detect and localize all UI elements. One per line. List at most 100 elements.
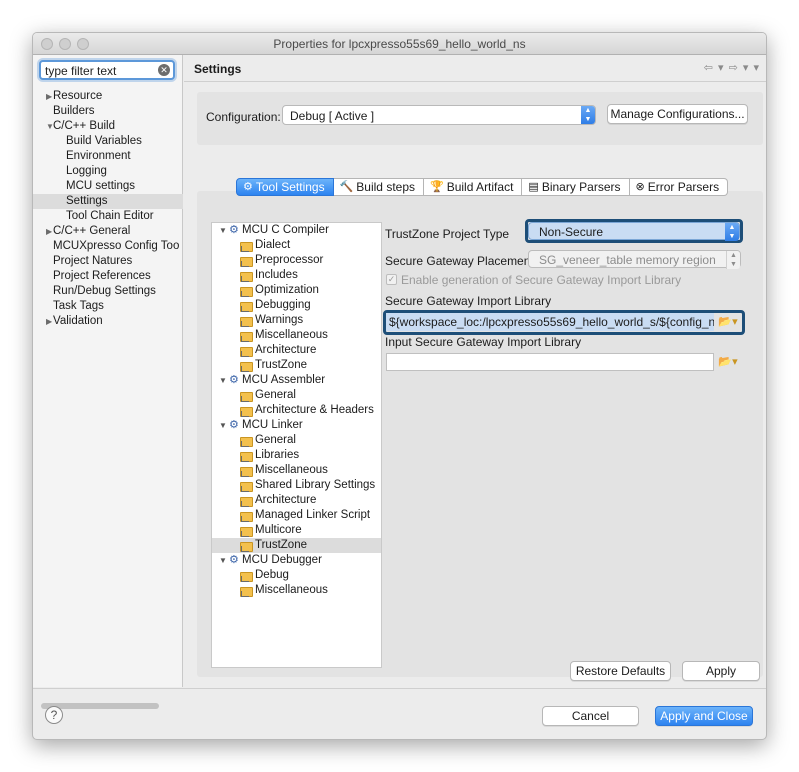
option-page-node[interactable]: Warnings: [212, 313, 381, 328]
sidebar-item[interactable]: Run/Debug Settings: [33, 284, 183, 299]
option-page-node[interactable]: Libraries: [212, 448, 381, 463]
tool-node[interactable]: ▼ ⚙ MCU Assembler: [212, 373, 381, 388]
option-page-label: Managed Linker Script: [255, 509, 371, 521]
sidebar-item[interactable]: Task Tags: [33, 299, 183, 314]
settings-tabs: ⚙ Tool Settings 🔨 Build steps 🏆 Build Artifac…: [236, 178, 729, 200]
option-page-node[interactable]: Debugging: [212, 298, 381, 313]
option-page-folder-icon: [240, 405, 253, 417]
tab-binary-parsers[interactable]: ▤ Binary Parsers: [522, 178, 630, 196]
apply-and-close-button[interactable]: Apply and Close: [655, 706, 753, 726]
cancel-button[interactable]: Cancel: [542, 706, 639, 726]
option-page-folder-icon: [240, 270, 253, 282]
option-page-node[interactable]: TrustZone: [212, 358, 381, 373]
tab-build-steps[interactable]: 🔨 Build steps: [333, 178, 424, 196]
option-page-node[interactable]: Dialect: [212, 238, 381, 253]
input-import-browse-folder-icon[interactable]: 📂▾: [716, 354, 740, 370]
option-page-node[interactable]: Multicore: [212, 523, 381, 538]
option-page-node[interactable]: Miscellaneous: [212, 583, 381, 598]
option-page-node[interactable]: Debug: [212, 568, 381, 583]
collapsed-twisty-icon[interactable]: ▶: [46, 89, 52, 104]
expanded-twisty-icon[interactable]: ▼: [219, 373, 227, 388]
gateway-placement-label: Secure Gateway Placement: [385, 254, 534, 268]
option-page-label: Optimization: [255, 284, 319, 296]
property-pages-pane: type filter text ✕ ▶ Resource Builders ▼ C/C…: [33, 55, 183, 709]
option-page-node[interactable]: Includes: [212, 268, 381, 283]
sidebar-item[interactable]: Build Variables: [33, 134, 183, 149]
collapsed-twisty-icon[interactable]: ▶: [46, 224, 52, 239]
sidebar-item[interactable]: ▶ Validation: [33, 314, 183, 329]
option-page-node[interactable]: Preprocessor: [212, 253, 381, 268]
option-page-folder-icon: [240, 300, 253, 312]
title-bar: Properties for lpcxpresso55s69_hello_wor…: [33, 33, 766, 55]
option-page-folder-icon: [240, 465, 253, 477]
option-page-label: Miscellaneous: [255, 329, 328, 341]
tool-node[interactable]: ▼ ⚙ MCU Linker: [212, 418, 381, 433]
option-page-node[interactable]: General: [212, 433, 381, 448]
sidebar-item[interactable]: Project References: [33, 269, 183, 284]
option-page-node[interactable]: General: [212, 388, 381, 403]
help-icon[interactable]: ?: [45, 706, 63, 724]
option-page-node[interactable]: Miscellaneous: [212, 463, 381, 478]
sidebar-item[interactable]: ▶ Resource: [33, 89, 183, 104]
option-page-label: General: [255, 389, 296, 401]
collapsed-twisty-icon[interactable]: ▶: [46, 314, 52, 329]
option-page-node[interactable]: Architecture: [212, 493, 381, 508]
filter-input[interactable]: type filter text ✕: [39, 60, 175, 80]
history-nav-arrows[interactable]: ⇦ ▾ ⇨ ▾ ▾: [704, 61, 760, 74]
expanded-twisty-icon[interactable]: ▼: [219, 418, 227, 433]
option-page-node[interactable]: Architecture: [212, 343, 381, 358]
enable-import-checkbox[interactable]: ✓: [386, 274, 397, 285]
tool-node[interactable]: ▼ ⚙ MCU C Compiler: [212, 223, 381, 238]
tab-label: Tool Settings: [255, 180, 325, 194]
dialog-button-bar: ? Cancel Apply and Close: [33, 688, 766, 739]
option-page-label: Libraries: [255, 449, 300, 461]
option-page-folder-icon: [240, 255, 253, 267]
sidebar-item[interactable]: ▶ C/C++ General: [33, 224, 183, 239]
sidebar-item[interactable]: Project Natures: [33, 254, 183, 269]
restore-defaults-button[interactable]: Restore Defaults: [570, 661, 671, 681]
sidebar-item[interactable]: ▼ C/C++ Build: [33, 119, 183, 134]
sidebar-item-label: MCUXpresso Config Too: [53, 240, 180, 252]
apply-button[interactable]: Apply: [682, 661, 760, 681]
tab-icon: ⚙: [243, 181, 253, 193]
option-page-label: Debugging: [255, 299, 311, 311]
sidebar-item[interactable]: Settings: [33, 194, 183, 209]
configuration-select[interactable]: Debug [ Active ] ▲ ▼: [282, 105, 596, 125]
clear-icon[interactable]: ✕: [158, 64, 170, 76]
option-page-node[interactable]: Managed Linker Script: [212, 508, 381, 523]
tool-node[interactable]: ▼ ⚙ MCU Debugger: [212, 553, 381, 568]
expanded-twisty-icon[interactable]: ▼: [219, 553, 227, 568]
option-page-label: Preprocessor: [255, 254, 324, 266]
project-type-value: Non-Secure: [539, 225, 604, 239]
import-library-input[interactable]: ${workspace_loc:/lpcxpresso55s69_hello_w…: [386, 313, 714, 331]
import-library-browse-folder-icon[interactable]: 📂▾: [716, 314, 740, 330]
gateway-placement-select[interactable]: SG_veneer_table memory region ▲ ▼: [528, 250, 741, 269]
tab-label: Error Parsers: [647, 180, 720, 194]
tab-build-artifact[interactable]: 🏆 Build Artifact: [424, 178, 523, 196]
expanded-twisty-icon[interactable]: ▼: [219, 223, 227, 238]
sidebar-item[interactable]: Tool Chain Editor: [33, 209, 183, 224]
option-page-label: Warnings: [255, 314, 304, 326]
sidebar-item[interactable]: MCU settings: [33, 179, 183, 194]
trustzone-properties: TrustZone Project Type Non-Secure ▲ ▼ Sec…: [383, 219, 755, 420]
option-page-node[interactable]: Shared Library Settings: [212, 478, 381, 493]
option-page-folder-icon: [240, 330, 253, 342]
option-page-node[interactable]: TrustZone: [212, 538, 381, 553]
sidebar-item[interactable]: MCUXpresso Config Too: [33, 239, 183, 254]
sidebar-item-label: Run/Debug Settings: [53, 285, 156, 297]
option-page-folder-icon: [240, 510, 253, 522]
option-page-folder-icon: [240, 450, 253, 462]
manage-configurations-button[interactable]: Manage Configurations...: [607, 104, 748, 124]
option-page-node[interactable]: Optimization: [212, 283, 381, 298]
sidebar-item-label: Build Variables: [66, 135, 142, 147]
option-page-node[interactable]: Architecture & Headers: [212, 403, 381, 418]
sidebar-item[interactable]: Builders: [33, 104, 183, 119]
sidebar-item[interactable]: Environment: [33, 149, 183, 164]
sidebar-item[interactable]: Logging: [33, 164, 183, 179]
option-page-node[interactable]: Miscellaneous: [212, 328, 381, 343]
tab-tool-settings[interactable]: ⚙ Tool Settings: [236, 178, 334, 196]
project-type-select[interactable]: Non-Secure ▲ ▼: [528, 222, 740, 241]
tool-node-label: MCU Linker: [242, 419, 303, 431]
tab-error-parsers[interactable]: ⊗ Error Parsers: [629, 178, 729, 196]
input-import-field[interactable]: [386, 353, 714, 371]
